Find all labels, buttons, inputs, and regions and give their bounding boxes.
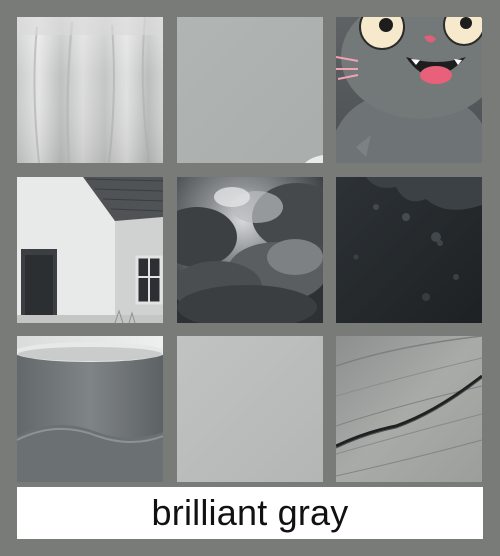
tile-weathered-wood	[336, 336, 482, 482]
cartoon-cat-image	[336, 17, 482, 163]
tile-storm-clouds	[177, 177, 323, 323]
caption-label: brilliant gray	[151, 492, 349, 533]
tile-draped-fabric	[17, 17, 163, 163]
tile-cartoon-cat	[336, 17, 482, 163]
dark-textured-surface-image	[336, 177, 482, 323]
draped-fabric-image	[17, 17, 163, 163]
tile-white-house	[17, 177, 163, 323]
storm-clouds-image	[177, 177, 323, 323]
tile-dark-textured-surface	[336, 177, 482, 323]
gray-mug-image	[17, 336, 163, 482]
white-house-image	[17, 177, 163, 323]
light-gray-swatch-image	[177, 336, 323, 482]
tile-light-gray-swatch	[177, 336, 323, 482]
tile-gray-mug	[17, 336, 163, 482]
tile-flat-gray-swatch	[177, 17, 323, 163]
flat-gray-swatch-image	[177, 17, 323, 163]
caption-bar: brilliant gray	[17, 487, 483, 539]
weathered-wood-image	[336, 336, 482, 482]
